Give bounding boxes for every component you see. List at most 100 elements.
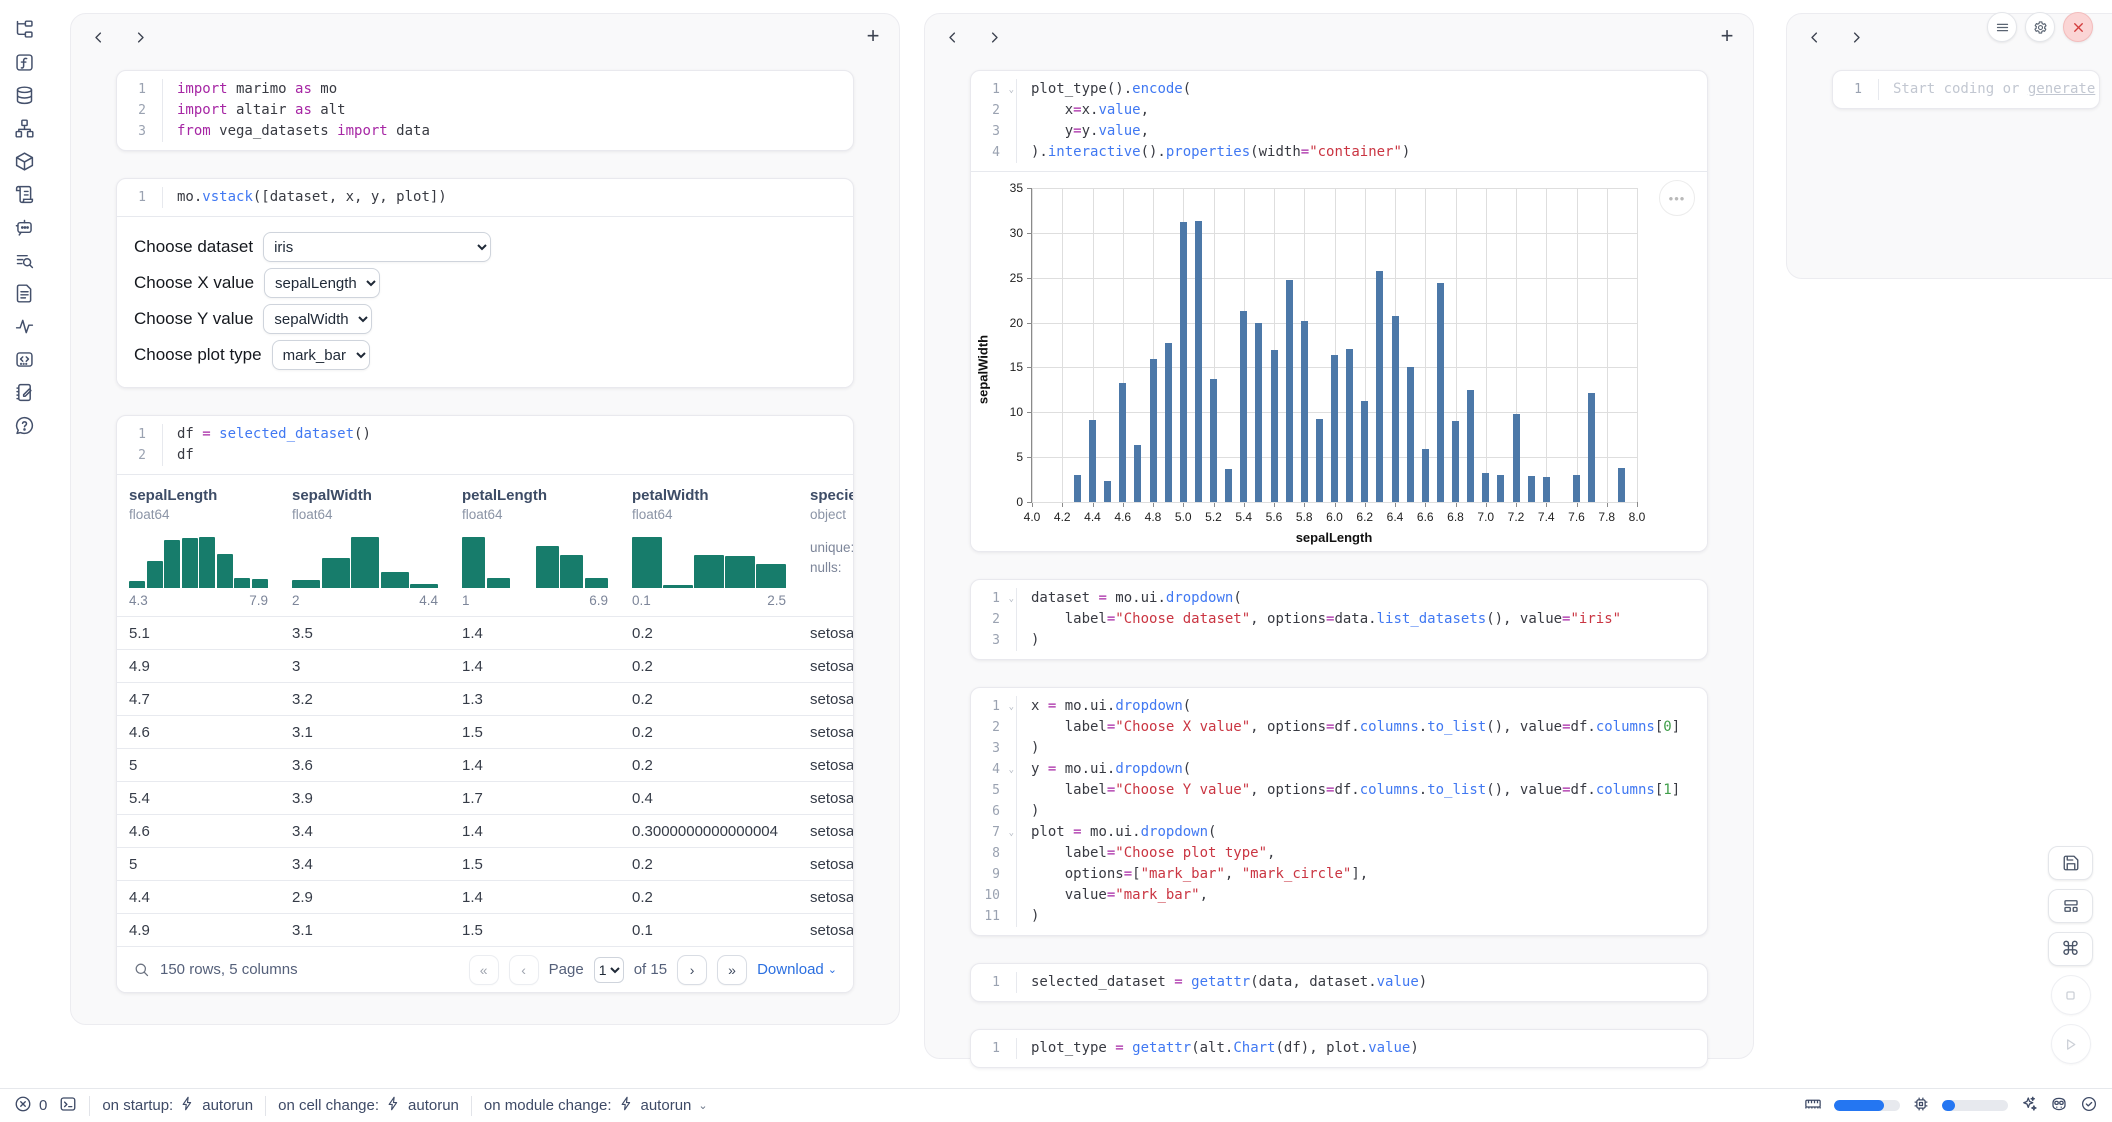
- next-page-button[interactable]: ›: [677, 955, 707, 985]
- prev-page-button[interactable]: ‹: [509, 955, 539, 985]
- save-button[interactable]: [2048, 846, 2093, 880]
- code-line: 1⌄x = mo.ui.dropdown(: [971, 696, 1707, 717]
- first-page-button[interactable]: «: [469, 955, 499, 985]
- file-explorer-icon[interactable]: [11, 16, 38, 43]
- page-select[interactable]: 1: [594, 957, 624, 983]
- tracing-icon[interactable]: [11, 313, 38, 340]
- line-number: 6: [971, 801, 1017, 822]
- dropdown-select[interactable]: sepalLength: [264, 268, 380, 298]
- table-column-header[interactable]: sepalWidthfloat6424.4: [280, 487, 450, 608]
- run-button[interactable]: [2051, 1024, 2091, 1064]
- fold-chevron-icon[interactable]: ⌄: [1009, 760, 1014, 781]
- add-cell-button[interactable]: +: [859, 22, 887, 50]
- column-next-button[interactable]: [127, 24, 153, 50]
- dropdown-select[interactable]: sepalWidth: [263, 304, 372, 334]
- ram-usage-meter[interactable]: [1834, 1100, 1900, 1111]
- add-cell-button[interactable]: +: [1713, 22, 1741, 50]
- column-next-button[interactable]: [981, 24, 1007, 50]
- table-column-header[interactable]: sepalLengthfloat644.37.9: [117, 487, 280, 608]
- table-cell: 4.4: [117, 889, 280, 906]
- command-palette-button[interactable]: ⌘: [2048, 932, 2093, 966]
- code-line: 2import altair as alt: [117, 100, 853, 121]
- table-cell: setosa: [798, 691, 854, 708]
- fold-chevron-icon[interactable]: ⌄: [1009, 697, 1014, 718]
- dropdown-select[interactable]: iris: [263, 232, 491, 262]
- chart-output[interactable]: 4.04.24.44.64.85.05.25.45.65.86.06.26.46…: [971, 171, 1707, 551]
- fold-chevron-icon[interactable]: ⌄: [1009, 80, 1014, 101]
- stop-button[interactable]: [2051, 975, 2091, 1015]
- table-column-header[interactable]: petalLengthfloat6416.9: [450, 487, 620, 608]
- dropdown-select[interactable]: mark_bar: [272, 340, 370, 370]
- table-cell: 0.2: [620, 757, 798, 774]
- chat-icon[interactable]: [11, 214, 38, 241]
- column-next-button[interactable]: [1843, 24, 1869, 50]
- code-line: 1plot_type = getattr(alt.Chart(df), plot…: [971, 1038, 1707, 1059]
- histogram-bar: [663, 585, 693, 588]
- x-tick-label: 5.8: [1287, 510, 1321, 524]
- snippets-icon[interactable]: [11, 346, 38, 373]
- layout-button[interactable]: [2048, 889, 2093, 923]
- terminal-toggle[interactable]: [59, 1095, 77, 1117]
- packages-icon[interactable]: [11, 148, 38, 175]
- functions-icon[interactable]: [11, 49, 38, 76]
- column-prev-button[interactable]: [1801, 24, 1827, 50]
- table-cell: 0.2: [620, 658, 798, 675]
- close-button[interactable]: [2063, 12, 2093, 42]
- download-link[interactable]: Download⌄: [757, 961, 837, 978]
- documentation-icon[interactable]: [11, 280, 38, 307]
- line-number: 1⌄: [971, 79, 1017, 100]
- histogram-max-label: 6.9: [589, 593, 608, 608]
- histogram-bar: [147, 561, 163, 588]
- last-page-button[interactable]: »: [717, 955, 747, 985]
- column-prev-button[interactable]: [85, 24, 111, 50]
- on-cell-change-setting[interactable]: on cell change: autorun: [278, 1096, 459, 1115]
- table-column-header[interactable]: speciesobjectunique:nulls:: [798, 487, 854, 608]
- menu-button[interactable]: [1987, 12, 2017, 42]
- y-tick-label: 0: [993, 495, 1023, 509]
- table-footer: 150 rows, 5 columns«‹Page1of 15›»Downloa…: [117, 946, 853, 992]
- fold-chevron-icon[interactable]: ⌄: [1009, 589, 1014, 610]
- on-module-change-setting[interactable]: on module change: autorun ⌄: [484, 1096, 708, 1115]
- code-editor[interactable]: 1selected_dataset = getattr(data, datase…: [971, 964, 1707, 1001]
- histogram-bar: [292, 580, 320, 588]
- fold-chevron-icon[interactable]: ⌄: [1009, 823, 1014, 844]
- connection-status-icon[interactable]: [2080, 1095, 2098, 1117]
- column-prev-button[interactable]: [939, 24, 965, 50]
- code-line: 2df: [117, 445, 853, 466]
- code-editor[interactable]: 1mo.vstack([dataset, x, y, plot]): [117, 179, 853, 216]
- chart-actions-button[interactable]: •••: [1659, 180, 1695, 216]
- chart-plot-area[interactable]: 4.04.24.44.64.85.05.25.45.65.86.06.26.46…: [1031, 188, 1637, 503]
- line-number: 3: [971, 630, 1017, 651]
- table-cell: 5: [117, 757, 280, 774]
- line-number: 1: [117, 187, 163, 208]
- divider: [265, 1096, 266, 1116]
- dependency-graph-icon[interactable]: [11, 115, 38, 142]
- search-icon[interactable]: [11, 247, 38, 274]
- code-editor[interactable]: 1⌄dataset = mo.ui.dropdown(2 label="Choo…: [971, 580, 1707, 659]
- code-editor[interactable]: 1⌄plot_type().encode(2 x=x.value,3 y=y.v…: [971, 71, 1707, 171]
- table-search-icon[interactable]: [133, 961, 150, 978]
- on-startup-setting[interactable]: on startup: autorun: [102, 1096, 253, 1115]
- copilot-icon[interactable]: [2050, 1095, 2068, 1117]
- code-editor[interactable]: 1import marimo as mo2import altair as al…: [117, 71, 853, 150]
- code-editor[interactable]: 1df = selected_dataset()2df: [117, 416, 853, 474]
- error-count-indicator[interactable]: 0: [14, 1095, 47, 1117]
- help-icon[interactable]: [11, 412, 38, 439]
- logs-icon[interactable]: [11, 181, 38, 208]
- x-tick-label: 4.8: [1136, 510, 1170, 524]
- histogram-max-label: 2.5: [767, 593, 786, 608]
- on-startup-value: autorun: [202, 1097, 253, 1114]
- settings-gear-button[interactable]: [2025, 12, 2055, 42]
- column-nav: [85, 24, 153, 50]
- table-column-header[interactable]: petalWidthfloat640.12.5: [620, 487, 798, 608]
- column-histogram: [632, 534, 786, 588]
- code-editor[interactable]: 1plot_type = getattr(alt.Chart(df), plot…: [971, 1030, 1707, 1067]
- scratchpad-icon[interactable]: [11, 379, 38, 406]
- data-sources-icon[interactable]: [11, 82, 38, 109]
- cpu-usage-meter[interactable]: [1942, 1100, 2008, 1111]
- code-editor[interactable]: 1⌄x = mo.ui.dropdown(2 label="Choose X v…: [971, 688, 1707, 935]
- ai-sparkles-icon[interactable]: [2020, 1095, 2038, 1117]
- notebook-column-1: + 1import marimo as mo2import altair as …: [70, 13, 900, 1025]
- code-editor-empty[interactable]: 1Start coding or generate with AI: [1833, 71, 2099, 108]
- histogram-min-label: 0.1: [632, 593, 651, 608]
